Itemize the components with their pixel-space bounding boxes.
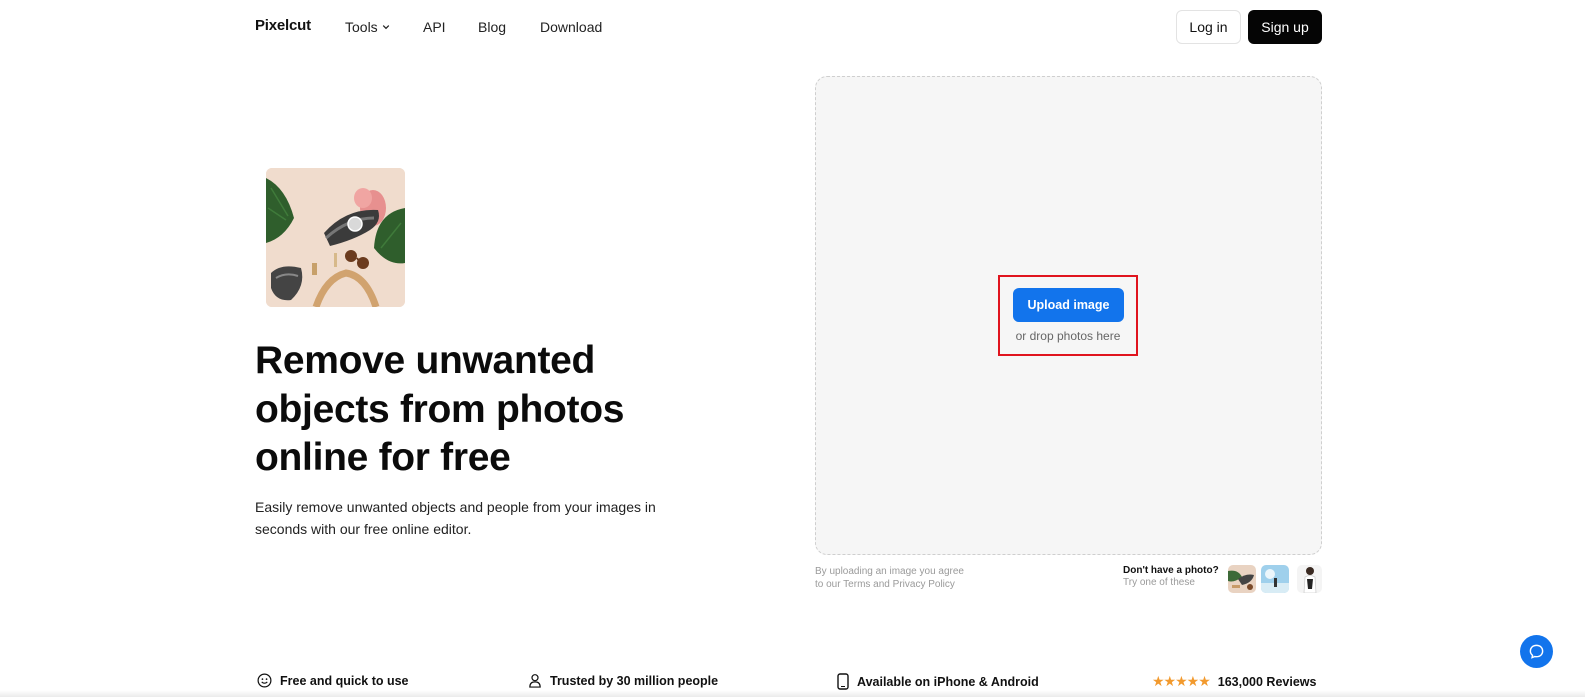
terms-line-1: By uploading an image you agree (815, 566, 964, 577)
feature-reviews-label: 163,000 Reviews (1217, 674, 1317, 689)
sample-photo-2-image (1261, 565, 1289, 593)
rating-stars: ★★★★★ (1152, 673, 1211, 689)
feature-available: Available on iPhone & Android (837, 673, 1039, 690)
sample-photo-3[interactable] (1297, 565, 1322, 593)
feature-trusted: Trusted by 30 million people (528, 673, 718, 688)
hero-title: Remove unwanted objects from photos onli… (255, 339, 625, 479)
phone-icon (837, 673, 849, 690)
nav-tools-label: Tools (345, 19, 378, 35)
feature-reviews[interactable]: ★★★★★ 163,000 Reviews (1152, 673, 1316, 690)
chat-support-button[interactable] (1520, 635, 1553, 668)
nav-tools-menu[interactable]: Tools (345, 19, 390, 35)
bottom-edge-shadow (0, 690, 1585, 697)
terms-link[interactable]: Terms (843, 579, 870, 590)
terms-prefix: to our (815, 579, 844, 590)
feature-available-label: Available on iPhone & Android (857, 674, 1039, 689)
no-photo-question: Don't have a photo? (1123, 565, 1219, 576)
chevron-down-icon (382, 25, 389, 30)
top-nav: Pixelcut Tools API Blog Download Log in … (0, 0, 1585, 54)
sample-photo-3-image (1297, 565, 1322, 593)
chat-bubble-icon (1529, 644, 1544, 659)
feature-trusted-label: Trusted by 30 million people (550, 673, 719, 688)
person-icon (529, 674, 541, 688)
hero-product-illustration (266, 168, 405, 307)
hero-subtitle: Easily remove unwanted objects and peopl… (255, 499, 656, 537)
terms-and: and (870, 579, 893, 590)
nav-blog-link[interactable]: Blog (478, 19, 506, 35)
sample-photos-prompt: Don't have a photo? Try one of these (1123, 565, 1219, 589)
privacy-policy-link[interactable]: Privacy Policy (893, 579, 955, 590)
signup-button[interactable]: Sign up (1248, 10, 1322, 44)
try-samples-text: Try one of these (1123, 577, 1195, 588)
terms-line-2: to our Terms and Privacy Policy (815, 578, 964, 591)
feature-free-label: Free and quick to use (280, 673, 409, 688)
nav-api-link[interactable]: API (423, 19, 446, 35)
upload-image-button[interactable]: Upload image (1013, 288, 1124, 322)
terms-notice: By uploading an image you agree to our T… (815, 565, 964, 591)
logo[interactable]: Pixelcut (255, 17, 311, 34)
drop-hint-text: or drop photos here (1015, 329, 1121, 343)
sample-photo-1[interactable] (1228, 565, 1256, 593)
smiley-icon (257, 673, 272, 688)
feature-free: Free and quick to use (257, 673, 409, 688)
sample-photo-1-image (1228, 565, 1256, 593)
nav-download-link[interactable]: Download (540, 19, 602, 35)
hero-example-image (266, 168, 405, 307)
sample-photo-2[interactable] (1261, 565, 1289, 593)
login-button[interactable]: Log in (1176, 10, 1241, 44)
